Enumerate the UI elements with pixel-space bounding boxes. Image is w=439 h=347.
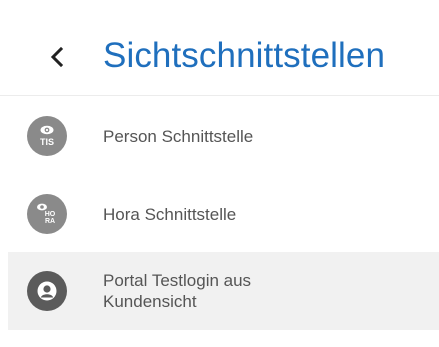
header: Sichtschnittstellen [0, 0, 439, 96]
user-circle-graphic [37, 281, 57, 301]
interfaces-panel: Sichtschnittstellen TIS Person Schnittst… [0, 0, 439, 347]
list-item-hora-interface[interactable]: HO RA Hora Schnittstelle [8, 176, 439, 252]
list-item-label-line-2: Kundensicht [103, 292, 197, 311]
page-title: Sichtschnittstellen [103, 36, 386, 75]
hora-icon-text-2: RA [45, 218, 55, 225]
user-circle-icon [27, 271, 67, 311]
back-button[interactable] [40, 40, 74, 74]
chevron-left-icon [50, 46, 64, 68]
interface-list: TIS Person Schnittstelle HO RA Hora Schn… [8, 96, 439, 330]
eye-hora-graphic: HO RA [37, 203, 56, 225]
list-item-label: Person Schnittstelle [103, 126, 254, 146]
hora-icon-text-1: HO [45, 211, 56, 218]
list-item-person-interface[interactable]: TIS Person Schnittstelle [8, 96, 439, 176]
list-item-portal-testlogin[interactable]: Portal Testlogin aus Kundensicht [8, 252, 439, 330]
tis-icon-text: TIS [40, 137, 54, 147]
eye-tis-icon: TIS [27, 116, 67, 156]
eye-hora-icon: HO RA [27, 194, 67, 234]
list-item-label: Hora Schnittstelle [103, 204, 237, 224]
eye-tis-graphic: TIS [40, 125, 54, 147]
list-item-label: Portal Testlogin aus Kundensicht [103, 270, 343, 312]
list-item-label-line-1: Portal Testlogin aus [103, 271, 252, 290]
